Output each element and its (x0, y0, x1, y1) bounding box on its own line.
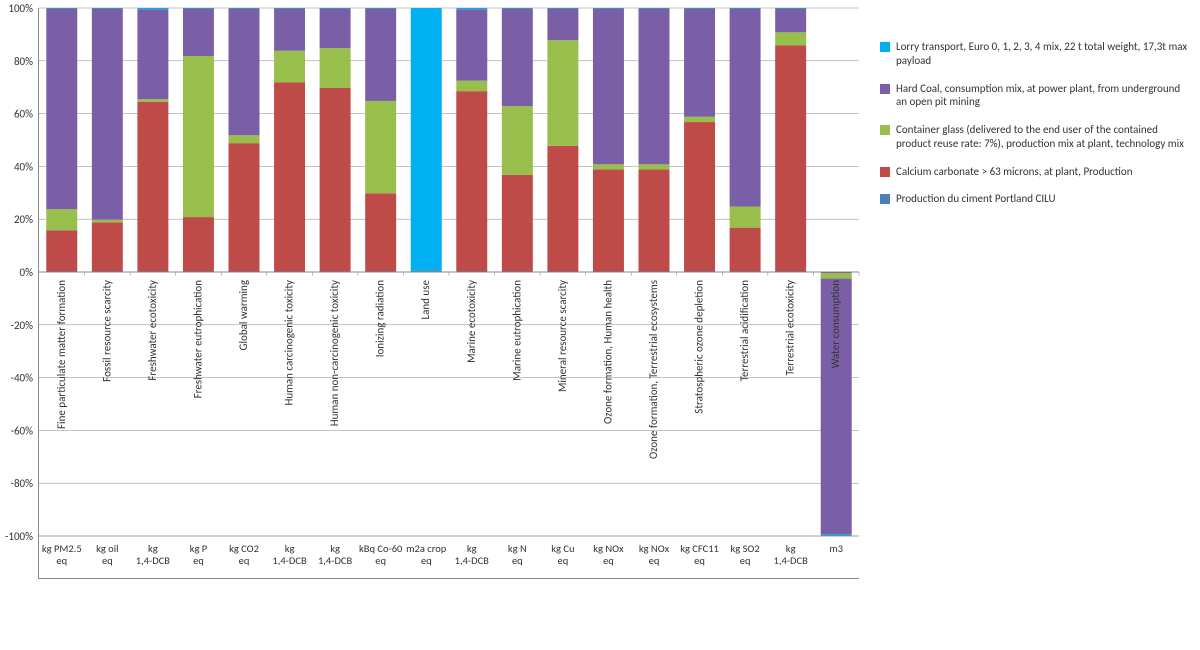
legend-swatch-caco3 (880, 167, 890, 177)
svg-text:eq: eq (558, 554, 569, 567)
svg-text:80%: 80% (14, 55, 33, 68)
svg-text:m3: m3 (829, 542, 843, 555)
svg-text:-100%: -100% (5, 530, 33, 543)
svg-text:1,4-DCB: 1,4-DCB (774, 554, 809, 567)
legend-swatch-cement (880, 194, 890, 204)
svg-text:Human non-carcinogenic toxicit: Human non-carcinogenic toxicity (328, 280, 341, 426)
svg-text:Human carcinogenic toxicity: Human carcinogenic toxicity (283, 280, 296, 406)
legend-item: Calcium carbonate > 63 microns, at plant… (880, 165, 1190, 179)
svg-text:eq: eq (375, 554, 386, 567)
legend-item: Container glass (delivered to the end us… (880, 123, 1190, 151)
legend-label: Production du ciment Portland CILU (896, 192, 1056, 206)
svg-text:Marine eutrophication: Marine eutrophication (510, 280, 523, 381)
svg-text:-80%: -80% (11, 477, 34, 490)
svg-text:1,4-DCB: 1,4-DCB (272, 554, 307, 567)
svg-text:-40%: -40% (11, 372, 34, 385)
svg-text:Ozone formation, Human health: Ozone formation, Human health (601, 280, 614, 424)
svg-text:Freshwater ecotoxicity: Freshwater ecotoxicity (146, 280, 159, 381)
svg-text:eq: eq (421, 554, 432, 567)
svg-text:eq: eq (56, 554, 67, 567)
svg-text:eq: eq (512, 554, 523, 567)
svg-text:eq: eq (102, 554, 113, 567)
svg-text:Mineral resource scarcity: Mineral resource scarcity (556, 280, 569, 392)
svg-text:100%: 100% (8, 2, 33, 15)
svg-text:1,4-DCB: 1,4-DCB (136, 554, 171, 567)
legend-label: Container glass (delivered to the end us… (896, 123, 1190, 151)
svg-text:Freshwater eutrophication: Freshwater eutrophication (191, 280, 204, 399)
svg-text:60%: 60% (14, 108, 33, 121)
svg-text:Terrestrial ecotoxicity: Terrestrial ecotoxicity (784, 280, 797, 376)
svg-text:40%: 40% (14, 160, 33, 173)
svg-text:-60%: -60% (11, 424, 34, 437)
legend-item: Hard Coal, consumption mix, at power pla… (880, 82, 1190, 110)
svg-text:0%: 0% (20, 266, 34, 279)
legend-item: Production du ciment Portland CILU (880, 192, 1190, 206)
svg-text:Global warming: Global warming (237, 280, 250, 350)
svg-text:Fine particulate matter format: Fine particulate matter formation (55, 280, 68, 429)
legend-swatch-hardcoal (880, 84, 890, 94)
svg-text:Fossil resource scarcity: Fossil resource scarcity (100, 280, 113, 382)
svg-text:1,4-DCB: 1,4-DCB (318, 554, 353, 567)
svg-text:20%: 20% (14, 213, 33, 226)
svg-text:1,4-DCB: 1,4-DCB (455, 554, 490, 567)
legend-label: Lorry transport, Euro 0, 1, 2, 3, 4 mix,… (896, 40, 1190, 68)
legend-item: Lorry transport, Euro 0, 1, 2, 3, 4 mix,… (880, 40, 1190, 68)
legend-swatch-glass (880, 125, 890, 135)
svg-text:eq: eq (603, 554, 614, 567)
svg-text:eq: eq (740, 554, 751, 567)
svg-text:eq: eq (193, 554, 204, 567)
stacked-bar-chart: -100%-80%-60%-40%-20%0%20%40%60%80%100%F… (38, 8, 859, 579)
legend-swatch-lorry (880, 42, 890, 52)
svg-text:eq: eq (239, 554, 250, 567)
legend: Lorry transport, Euro 0, 1, 2, 3, 4 mix,… (880, 40, 1190, 220)
svg-text:Ozone formation, Terrestrial e: Ozone formation, Terrestrial ecosystems (647, 280, 660, 459)
svg-text:eq: eq (649, 554, 660, 567)
svg-text:Ionizing radiation: Ionizing radiation (374, 280, 387, 357)
svg-text:-20%: -20% (11, 319, 34, 332)
svg-text:Marine ecotoxicity: Marine ecotoxicity (465, 280, 478, 363)
svg-text:eq: eq (694, 554, 705, 567)
svg-text:Water consumption: Water consumption (829, 280, 842, 369)
legend-label: Calcium carbonate > 63 microns, at plant… (896, 165, 1133, 179)
legend-label: Hard Coal, consumption mix, at power pla… (896, 82, 1190, 110)
svg-text:Land use: Land use (419, 279, 432, 319)
svg-text:Stratospheric ozone depletion: Stratospheric ozone depletion (693, 280, 706, 414)
svg-text:Terrestrial acidification: Terrestrial acidification (738, 280, 751, 382)
